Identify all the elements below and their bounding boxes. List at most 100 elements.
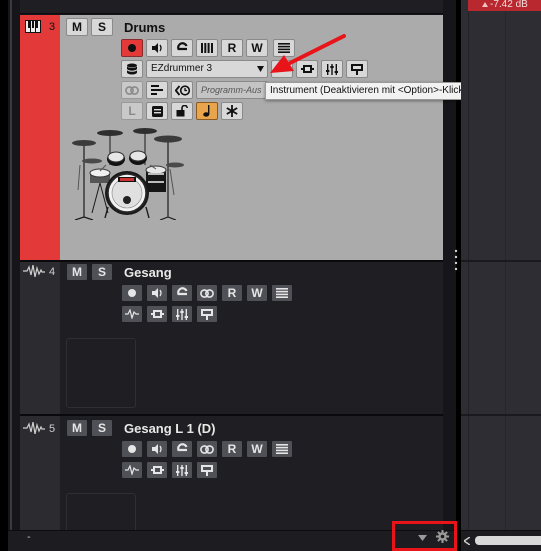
edit-e-icon [176,287,189,299]
link-button[interactable] [196,284,218,302]
waveform-icon [125,465,139,475]
solo-button[interactable]: S [91,419,113,437]
sliders-icon [176,308,188,320]
keyboard-icon [201,43,213,53]
track-color-strip[interactable] [20,15,60,260]
lane-divider [461,414,541,416]
track-name[interactable]: Drums [124,20,165,35]
lane-button[interactable]: L [121,102,143,120]
program-select[interactable]: Programm-Aus [196,81,268,99]
clock-icon [174,84,190,96]
eq-button[interactable] [171,461,193,479]
link-icon [200,444,214,454]
plugin-icon [150,309,164,319]
instrument-settings-button[interactable] [121,60,143,78]
link-button[interactable] [196,440,218,458]
speaker-icon [151,288,163,298]
record-enable-button[interactable] [121,284,143,302]
inserts-button[interactable] [146,81,168,99]
list-icon [276,288,288,298]
program-select-placeholder: Programm-Aus [201,85,262,95]
read-automation-button[interactable]: R [221,284,243,302]
sliders-icon [176,464,188,476]
read-automation-button[interactable]: R [221,39,243,57]
read-automation-button[interactable]: R [221,440,243,458]
write-automation-button[interactable]: W [246,284,268,302]
scrollbar-thumb[interactable] [475,536,541,545]
mute-button[interactable]: M [66,263,88,281]
instrument-track-icon [25,20,41,33]
edit-channel-button[interactable] [171,284,193,302]
write-automation-button[interactable]: W [246,440,268,458]
solo-button[interactable]: S [91,18,113,36]
unlock-icon [176,105,188,117]
record-enable-button[interactable] [121,39,143,57]
previous-track-strip [20,0,443,14]
level-readout-text: -7.42 dB [490,0,528,10]
track-color-strip[interactable] [20,262,60,414]
panel-resize-handle[interactable] [454,248,458,272]
notepad-icon [151,105,163,117]
monitor-button[interactable] [146,440,168,458]
waveform-button[interactable] [121,461,143,479]
track-thumbnail [66,493,136,531]
keyboard-button[interactable] [196,39,218,57]
peak-icon [482,2,488,7]
plugin-icon [150,465,164,475]
musical-mode-button[interactable] [196,102,218,120]
eq-button[interactable] [171,305,193,323]
lanes-button[interactable] [271,440,293,458]
waveform-icon [125,309,139,319]
output-routing-button[interactable] [196,305,218,323]
speaker-icon [151,43,163,53]
speaker-icon [151,444,163,454]
level-readout: -7.42 dB [468,0,541,11]
mute-button[interactable]: M [66,18,88,36]
channel-settings-button[interactable] [146,305,168,323]
edit-e-icon [176,42,189,54]
track-name[interactable]: Gesang L 1 (D) [124,421,216,436]
timeline-grid-line [468,0,469,530]
audio-track-icon [23,422,45,434]
record-icon [128,289,136,297]
instrument-select-value: EZdrummer 3 [151,63,213,74]
monitor-button[interactable] [146,39,168,57]
track-list-footer [8,530,456,551]
drum-kit-image [70,125,185,220]
solo-button[interactable]: S [91,263,113,281]
footer-text: - [27,531,31,543]
scroll-left-icon[interactable] [464,537,470,545]
lanes-button[interactable] [271,284,293,302]
freeze-button[interactable] [221,102,243,120]
lock-button[interactable] [171,102,193,120]
event-display[interactable] [461,0,541,530]
mute-button[interactable]: M [66,419,88,437]
link-icon [200,288,214,298]
track-name[interactable]: Gesang [124,265,172,280]
timebase-button[interactable] [171,81,193,99]
instrument-select[interactable]: EZdrummer 3 [146,60,268,78]
link-button[interactable] [121,81,143,99]
channel-settings-button[interactable] [146,461,168,479]
output-routing-button[interactable] [196,461,218,479]
horizontal-scrollbar[interactable] [461,530,541,551]
stack-icon [151,85,163,95]
tooltip-text: Instrument (Deaktivieren mit <Option>-Kl… [270,85,467,96]
track-number: 4 [49,266,56,278]
annotation-highlight-box [392,521,457,551]
edit-instrument-button[interactable] [171,39,193,57]
notepad-button[interactable] [146,102,168,120]
record-enable-button[interactable] [121,440,143,458]
record-icon [128,44,136,52]
record-icon [128,445,136,453]
monitor-button[interactable] [146,284,168,302]
database-icon [126,63,138,75]
window-edge [10,0,12,551]
asterisk-icon [226,105,238,117]
track-number: 3 [49,21,56,33]
link-icon [125,85,139,95]
edit-e-icon [176,443,189,455]
edit-channel-button[interactable] [171,440,193,458]
list-icon [276,444,288,454]
waveform-button[interactable] [121,305,143,323]
